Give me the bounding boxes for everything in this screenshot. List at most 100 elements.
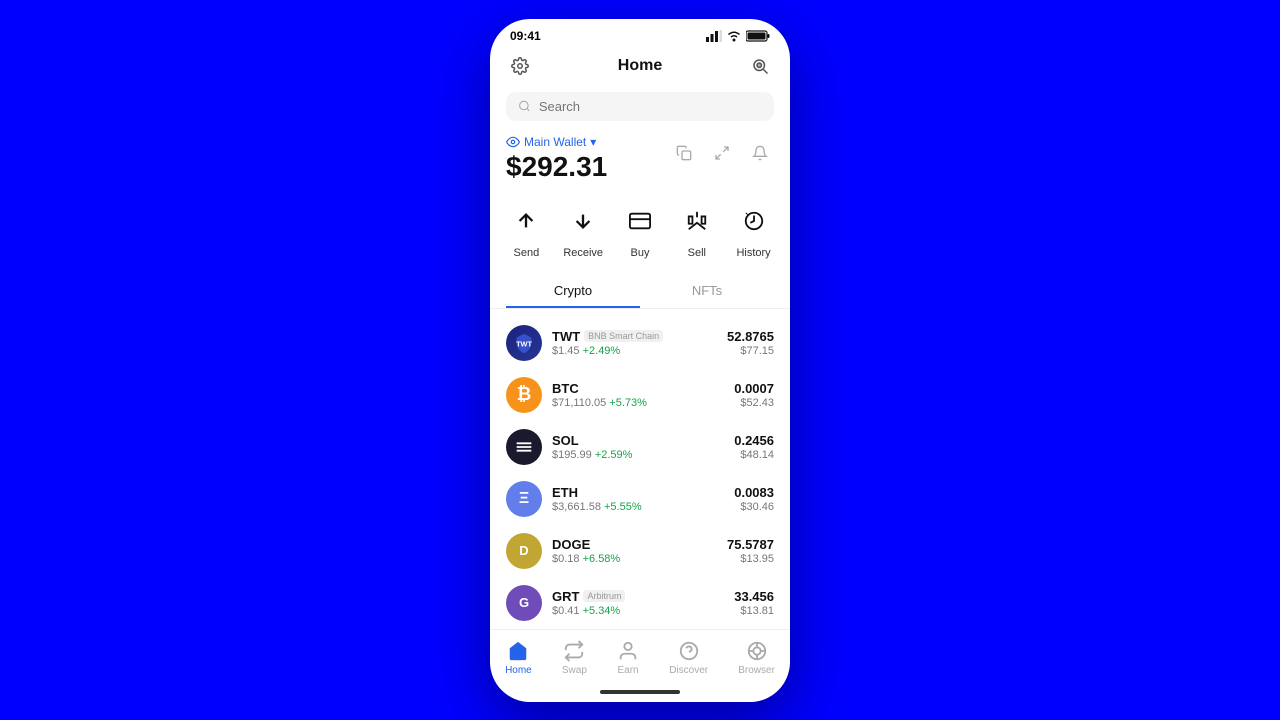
sol-symbol: SOL [552, 433, 579, 448]
bell-button[interactable] [746, 139, 774, 167]
twt-usd: $77.15 [727, 345, 774, 357]
sol-price: $195.99 +2.59% [552, 449, 734, 461]
tabs: Crypto NFTs [490, 275, 790, 309]
btc-info: BTC $71,110.05 +5.73% [552, 381, 734, 409]
btc-usd: $52.43 [734, 397, 774, 409]
home-indicator [490, 682, 790, 702]
page-title: Home [618, 57, 662, 75]
grt-info: GRT Arbitrum $0.41 +5.34% [552, 589, 734, 617]
btc-values: 0.0007 $52.43 [734, 381, 774, 409]
sell-icon [677, 201, 717, 241]
eth-amount: 0.0083 [734, 485, 774, 500]
grt-amount: 33.456 [734, 589, 774, 604]
btc-amount: 0.0007 [734, 381, 774, 396]
receive-icon [563, 201, 603, 241]
doge-amount: 75.5787 [727, 537, 774, 552]
doge-usd: $13.95 [727, 553, 774, 565]
eth-logo: Ξ [506, 481, 542, 517]
battery-icon [746, 30, 770, 42]
receive-label: Receive [563, 247, 603, 259]
grt-usd: $13.81 [734, 605, 774, 617]
grt-chain: Arbitrum [583, 590, 625, 602]
buy-icon [620, 201, 660, 241]
search-icon [518, 99, 531, 113]
action-history[interactable]: History [730, 201, 778, 259]
list-item[interactable]: TWT TWT BNB Smart Chain $1.45 +2.49% 52.… [506, 317, 774, 369]
list-item[interactable]: Ξ ETH $3,661.58 +5.55% 0.0083 $30.46 [506, 473, 774, 525]
sol-usd: $48.14 [734, 449, 774, 461]
action-sell[interactable]: Sell [673, 201, 721, 259]
doge-info: DOGE $0.18 +6.58% [552, 537, 727, 565]
eth-symbol: ETH [552, 485, 578, 500]
eth-usd: $30.46 [734, 501, 774, 513]
twt-logo: TWT [506, 325, 542, 361]
twt-values: 52.8765 $77.15 [727, 329, 774, 357]
sol-amount: 0.2456 [734, 433, 774, 448]
nav-home[interactable]: Home [497, 638, 540, 678]
action-buy[interactable]: Buy [616, 201, 664, 259]
history-label: History [736, 247, 770, 259]
search-input[interactable] [539, 99, 762, 114]
doge-values: 75.5787 $13.95 [727, 537, 774, 565]
twt-symbol: TWT [552, 329, 580, 344]
wallet-balance: $292.31 [506, 151, 607, 183]
nav-earn[interactable]: Earn [609, 638, 647, 678]
copy-button[interactable] [670, 139, 698, 167]
eth-price: $3,661.58 +5.55% [552, 501, 734, 513]
nav-swap-label: Swap [562, 665, 587, 676]
grt-values: 33.456 $13.81 [734, 589, 774, 617]
nav-discover-label: Discover [669, 665, 708, 676]
scan-button[interactable] [746, 52, 774, 80]
wifi-icon [726, 30, 742, 42]
twt-info: TWT BNB Smart Chain $1.45 +2.49% [552, 329, 727, 357]
buy-label: Buy [631, 247, 650, 259]
settings-button[interactable] [506, 52, 534, 80]
svg-text:TWT: TWT [516, 339, 532, 348]
tab-crypto[interactable]: Crypto [506, 275, 640, 308]
nav-discover[interactable]: Discover [661, 638, 716, 678]
list-item[interactable]: ₿ BTC $71,110.05 +5.73% 0.0007 $52.43 [506, 369, 774, 421]
send-icon [506, 201, 546, 241]
crypto-list: TWT TWT BNB Smart Chain $1.45 +2.49% 52.… [490, 317, 790, 629]
bottom-nav: Home Swap Earn Discover [490, 629, 790, 682]
tab-nfts[interactable]: NFTs [640, 275, 774, 308]
home-icon [507, 640, 529, 662]
sol-logo [506, 429, 542, 465]
browser-icon [746, 640, 768, 662]
sol-values: 0.2456 $48.14 [734, 433, 774, 461]
signal-icon [706, 30, 722, 42]
send-label: Send [514, 247, 540, 259]
nav-browser-label: Browser [738, 665, 775, 676]
search-bar[interactable] [506, 92, 774, 121]
nav-browser[interactable]: Browser [730, 638, 783, 678]
status-bar: 09:41 [490, 19, 790, 48]
twt-price: $1.45 +2.49% [552, 345, 727, 357]
twt-chain: BNB Smart Chain [584, 330, 663, 342]
action-receive[interactable]: Receive [559, 201, 607, 259]
eth-info: ETH $3,661.58 +5.55% [552, 485, 734, 513]
list-item[interactable]: D DOGE $0.18 +6.58% 75.5787 $13.95 [506, 525, 774, 577]
wallet-section: Main Wallet ▾ $292.31 [490, 131, 790, 191]
wallet-selector[interactable]: Main Wallet ▾ [506, 135, 607, 149]
doge-logo: D [506, 533, 542, 569]
list-item[interactable]: SOL $195.99 +2.59% 0.2456 $48.14 [506, 421, 774, 473]
doge-symbol: DOGE [552, 537, 590, 552]
grt-logo: G [506, 585, 542, 621]
home-bar [600, 690, 680, 694]
phone-frame: 09:41 [490, 19, 790, 702]
discover-icon [678, 640, 700, 662]
eth-values: 0.0083 $30.46 [734, 485, 774, 513]
expand-button[interactable] [708, 139, 736, 167]
list-item[interactable]: G GRT Arbitrum $0.41 +5.34% 33.456 $13.8… [506, 577, 774, 629]
action-send[interactable]: Send [502, 201, 550, 259]
status-icons [706, 30, 770, 42]
history-icon [734, 201, 774, 241]
sell-label: Sell [688, 247, 706, 259]
twt-amount: 52.8765 [727, 329, 774, 344]
grt-symbol: GRT [552, 589, 579, 604]
nav-swap[interactable]: Swap [554, 638, 595, 678]
nav-home-label: Home [505, 665, 532, 676]
header: Home [490, 48, 790, 88]
wallet-name: Main Wallet [524, 135, 586, 149]
btc-logo: ₿ [506, 377, 542, 413]
